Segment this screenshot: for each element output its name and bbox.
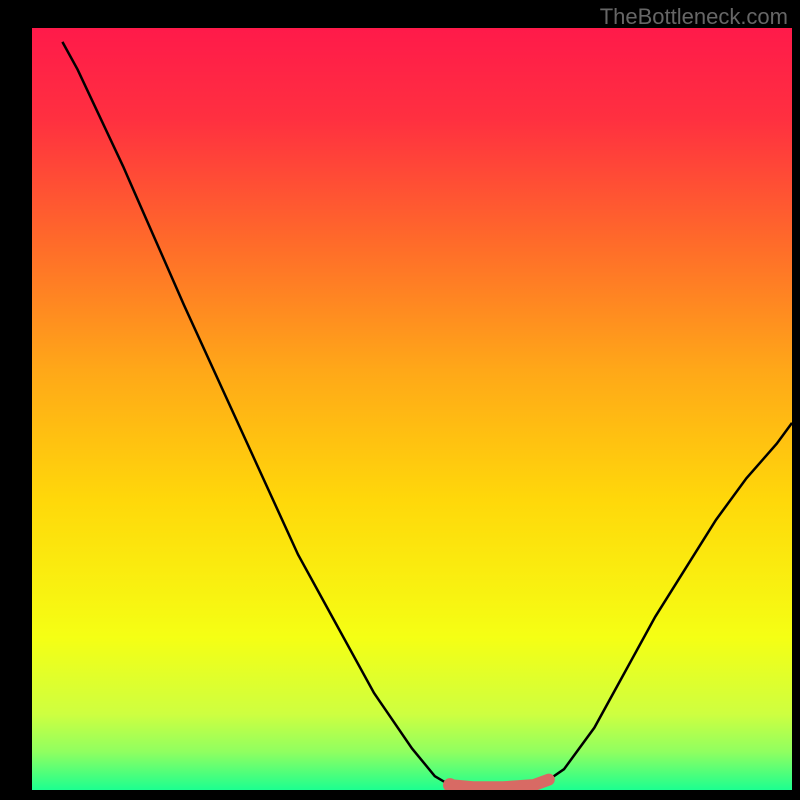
bottleneck-chart — [0, 0, 800, 800]
gradient-background — [32, 28, 792, 790]
chart-container: TheBottleneck.com — [0, 0, 800, 800]
watermark-text: TheBottleneck.com — [600, 4, 788, 30]
frame — [0, 790, 800, 800]
frame — [0, 0, 32, 800]
frame — [792, 0, 800, 800]
